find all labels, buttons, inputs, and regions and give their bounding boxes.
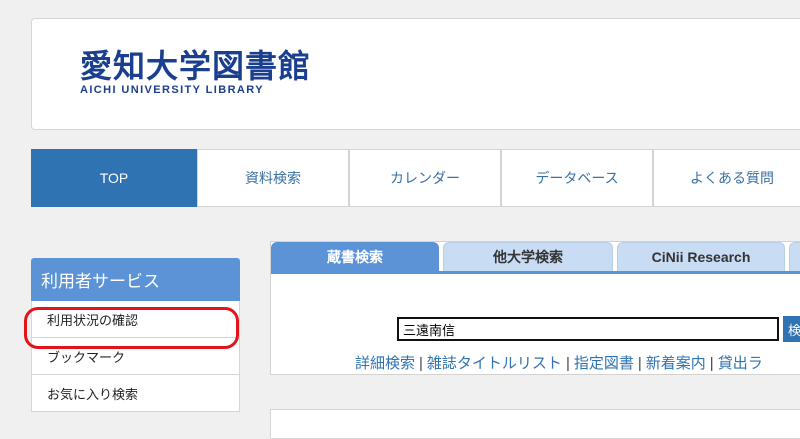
link-advanced-search[interactable]: 詳細検索 — [355, 355, 415, 372]
logo-english-text: AICHI UNIVERSITY LIBRARY — [80, 84, 264, 96]
tab-other-university-search[interactable]: 他大学検索 — [443, 242, 613, 272]
tab-cinii-research[interactable]: CiNii Research — [617, 242, 785, 272]
nav-item-database[interactable]: データベース — [501, 149, 653, 207]
red-highlight-annotation — [24, 307, 239, 349]
link-new-arrivals[interactable]: 新着案内 — [646, 355, 706, 372]
link-separator: | — [637, 355, 642, 372]
search-input[interactable] — [397, 317, 779, 341]
tab-underline — [271, 271, 800, 274]
search-links: 詳細検索 | 雑誌タイトルリスト | 指定図書 | 新着案内 | 貸出ラ — [355, 352, 763, 373]
sidebar-title: 利用者サービス — [31, 258, 240, 301]
search-panel: 蔵書検索 他大学検索 CiNii Research 検 詳細検索|雑誌タイトルリ… — [270, 241, 800, 375]
nav-item-top[interactable]: TOP — [31, 149, 197, 207]
content-box — [270, 409, 800, 439]
search-button[interactable]: 検 — [783, 316, 800, 342]
link-separator: | — [709, 355, 714, 372]
logo-japanese-text: 愛知大学図書館 — [80, 47, 312, 85]
link-designated-books[interactable]: 指定図書 — [574, 355, 634, 372]
link-separator: | — [419, 355, 423, 372]
site-header: 愛知大学図書館 AICHI UNIVERSITY LIBRARY — [31, 18, 800, 130]
link-lending-ranking[interactable]: 貸出ラ — [718, 355, 763, 372]
nav-item-faq[interactable]: よくある質問 — [653, 149, 800, 207]
main-nav: TOP 資料検索 カレンダー データベース よくある質問 — [31, 149, 800, 209]
nav-item-material-search[interactable]: 資料検索 — [197, 149, 349, 207]
library-logo[interactable]: 愛知大学図書館 AICHI UNIVERSITY LIBRARY — [80, 49, 311, 96]
link-separator: | — [565, 355, 570, 372]
tab-holdings-search[interactable]: 蔵書検索 — [271, 242, 439, 272]
search-tabs: 蔵書検索 他大学検索 CiNii Research — [271, 242, 800, 274]
link-journal-title-list[interactable]: 雑誌タイトルリスト — [427, 355, 562, 372]
tab-more[interactable] — [789, 242, 800, 272]
sidebar-item-favorite-search[interactable]: お気に入り検索 — [31, 375, 240, 412]
nav-item-calendar[interactable]: カレンダー — [349, 149, 501, 207]
